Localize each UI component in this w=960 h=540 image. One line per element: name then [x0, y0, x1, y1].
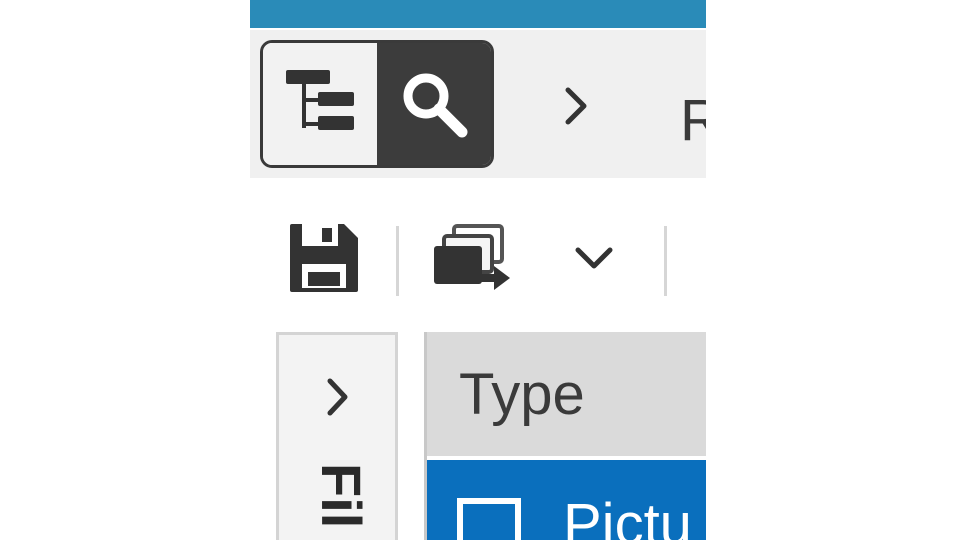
- save-icon: [290, 224, 358, 292]
- search-icon: [403, 73, 468, 138]
- expand-panel-button[interactable]: [317, 373, 357, 421]
- toolbar-separator: [396, 226, 399, 296]
- app-window: R Fil Type Pictu: [250, 0, 706, 540]
- chevron-right-icon: [327, 378, 348, 416]
- tree-structure-icon: [286, 70, 354, 130]
- toolbar-separator: [664, 226, 667, 296]
- save-button[interactable]: [284, 218, 364, 298]
- filter-side-panel: Fil: [276, 332, 398, 540]
- move-to-button[interactable]: [426, 218, 516, 298]
- move-to-dropdown-button[interactable]: [566, 232, 622, 284]
- move-to-icon: [434, 224, 510, 290]
- row-type-cell: Pictu: [563, 492, 692, 540]
- breadcrumb-item[interactable]: R: [680, 92, 706, 150]
- chevron-right-icon: [565, 87, 587, 125]
- table-row[interactable]: Pictu: [427, 460, 706, 540]
- toolbar: [250, 180, 706, 330]
- navigation-bar: R: [250, 28, 706, 178]
- column-header-type[interactable]: Type: [459, 366, 585, 424]
- view-mode-toggle: [260, 40, 494, 168]
- search-view-button[interactable]: [377, 43, 491, 165]
- breadcrumb-separator[interactable]: [555, 82, 595, 130]
- title-bar: [250, 0, 706, 28]
- row-checkbox[interactable]: [457, 498, 521, 540]
- chevron-down-icon: [575, 247, 613, 269]
- tree-view-button[interactable]: [263, 43, 377, 165]
- grid-header: Type: [427, 332, 706, 456]
- side-panel-label: Fil: [310, 463, 373, 529]
- file-grid: Type Pictu: [424, 332, 706, 540]
